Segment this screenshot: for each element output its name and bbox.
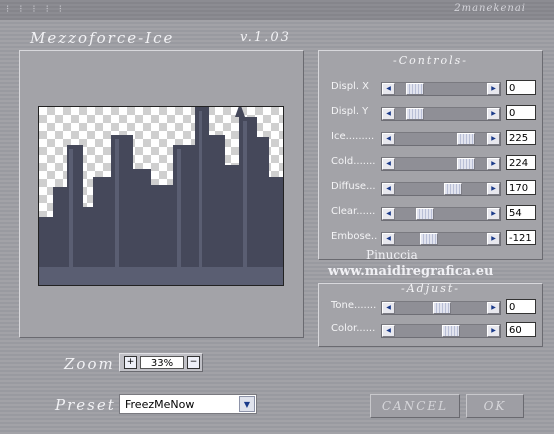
slider-thumb[interactable] bbox=[457, 158, 475, 170]
slider-thumb[interactable] bbox=[406, 108, 424, 120]
zoom-label: Zoom bbox=[64, 355, 115, 373]
arrow-right-icon[interactable]: ▶ bbox=[487, 183, 500, 195]
adjust-panel: -Adjust- Tone....... ◀ ▶ 0 Color...... ◀ ▶ 60 bbox=[318, 282, 543, 347]
city-skyline-image bbox=[39, 107, 283, 285]
slider-thumb[interactable] bbox=[406, 83, 424, 95]
preset-label: Preset bbox=[55, 396, 116, 414]
slider-track-diffuse[interactable]: ◀ ▶ bbox=[381, 182, 501, 196]
filter-title: Mezzoforce-Ice bbox=[30, 29, 175, 47]
slider-label-diffuse: Diffuse... bbox=[331, 181, 376, 192]
watermark-name: Pinuccia bbox=[366, 248, 418, 262]
slider-label-cold: Cold....... bbox=[331, 156, 376, 167]
slider-row: Ice......... ◀ ▶ 225 bbox=[319, 128, 542, 148]
slider-track-displx[interactable]: ◀ ▶ bbox=[381, 82, 501, 96]
slider-row: Embose.. ◀ ▶ -121 bbox=[319, 228, 542, 248]
arrow-left-icon[interactable]: ◀ bbox=[382, 108, 395, 120]
arrow-left-icon[interactable]: ◀ bbox=[382, 158, 395, 170]
arrow-right-icon[interactable]: ▶ bbox=[487, 233, 500, 245]
title-bar[interactable]: ⁝ ⁝ ⁝ ⁝ ⁝ 2manekenai bbox=[0, 0, 554, 20]
filter-version: v.1.03 bbox=[240, 30, 291, 45]
grip-dots-icon: ⁝ ⁝ ⁝ ⁝ ⁝ bbox=[6, 4, 64, 15]
arrow-right-icon[interactable]: ▶ bbox=[487, 133, 500, 145]
author-name: 2manekenai bbox=[454, 3, 526, 14]
slider-value-ice[interactable]: 225 bbox=[506, 130, 536, 145]
arrow-left-icon[interactable]: ◀ bbox=[382, 133, 395, 145]
slider-row: Diffuse... ◀ ▶ 170 bbox=[319, 178, 542, 198]
watermark-url: www.maidiregrafica.eu bbox=[328, 264, 494, 279]
slider-label-displx: Displ. X bbox=[331, 81, 370, 92]
slider-track-embose[interactable]: ◀ ▶ bbox=[381, 232, 501, 246]
slider-row: Displ. Y ◀ ▶ 0 bbox=[319, 103, 542, 123]
arrow-right-icon[interactable]: ▶ bbox=[487, 83, 500, 95]
arrow-right-icon[interactable]: ▶ bbox=[487, 325, 500, 337]
slider-label-color: Color...... bbox=[331, 323, 376, 334]
slider-track-disply[interactable]: ◀ ▶ bbox=[381, 107, 501, 121]
arrow-left-icon[interactable]: ◀ bbox=[382, 208, 395, 220]
slider-label-ice: Ice......... bbox=[331, 131, 375, 142]
preset-select[interactable]: FreezMeNow ▼ bbox=[119, 394, 257, 414]
slider-track-color[interactable]: ◀ ▶ bbox=[381, 324, 501, 338]
arrow-left-icon[interactable]: ◀ bbox=[382, 302, 395, 314]
slider-thumb[interactable] bbox=[420, 233, 438, 245]
zoom-in-button[interactable]: + bbox=[124, 356, 137, 369]
controls-heading: -Controls- bbox=[392, 54, 469, 67]
arrow-left-icon[interactable]: ◀ bbox=[382, 233, 395, 245]
cancel-button[interactable]: CANCEL bbox=[370, 394, 460, 418]
slider-track-ice[interactable]: ◀ ▶ bbox=[381, 132, 501, 146]
slider-row: Color...... ◀ ▶ 60 bbox=[319, 320, 542, 340]
controls-panel: -Controls- Displ. X ◀ ▶ 0 Displ. Y ◀ ▶ 0 Ice....… bbox=[318, 50, 543, 260]
slider-track-tone[interactable]: ◀ ▶ bbox=[381, 301, 501, 315]
slider-label-clear: Clear...... bbox=[331, 206, 376, 217]
arrow-left-icon[interactable]: ◀ bbox=[382, 83, 395, 95]
slider-value-cold[interactable]: 224 bbox=[506, 155, 536, 170]
slider-thumb[interactable] bbox=[433, 302, 451, 314]
slider-label-disply: Displ. Y bbox=[331, 106, 369, 117]
slider-thumb[interactable] bbox=[416, 208, 434, 220]
slider-track-clear[interactable]: ◀ ▶ bbox=[381, 207, 501, 221]
arrow-left-icon[interactable]: ◀ bbox=[382, 325, 395, 337]
slider-label-tone: Tone....... bbox=[331, 300, 377, 311]
slider-value-tone[interactable]: 0 bbox=[506, 299, 536, 314]
arrow-right-icon[interactable]: ▶ bbox=[487, 158, 500, 170]
preset-value: FreezMeNow bbox=[125, 398, 195, 411]
slider-thumb[interactable] bbox=[442, 325, 460, 337]
preview-image[interactable] bbox=[38, 106, 284, 286]
chevron-down-icon[interactable]: ▼ bbox=[239, 396, 255, 412]
ok-button[interactable]: OK bbox=[466, 394, 524, 418]
slider-value-color[interactable]: 60 bbox=[506, 322, 536, 337]
slider-value-diffuse[interactable]: 170 bbox=[506, 180, 536, 195]
slider-value-clear[interactable]: 54 bbox=[506, 205, 536, 220]
zoom-control: + 33% − bbox=[119, 353, 203, 372]
arrow-right-icon[interactable]: ▶ bbox=[487, 108, 500, 120]
slider-value-embose[interactable]: -121 bbox=[506, 230, 536, 245]
arrow-left-icon[interactable]: ◀ bbox=[382, 183, 395, 195]
slider-row: Cold....... ◀ ▶ 224 bbox=[319, 153, 542, 173]
zoom-value[interactable]: 33% bbox=[140, 356, 184, 369]
arrow-right-icon[interactable]: ▶ bbox=[487, 208, 500, 220]
slider-thumb[interactable] bbox=[444, 183, 462, 195]
slider-track-cold[interactable]: ◀ ▶ bbox=[381, 157, 501, 171]
slider-row: Displ. X ◀ ▶ 0 bbox=[319, 78, 542, 98]
slider-row: Clear...... ◀ ▶ 54 bbox=[319, 203, 542, 223]
slider-value-displx[interactable]: 0 bbox=[506, 80, 536, 95]
slider-value-disply[interactable]: 0 bbox=[506, 105, 536, 120]
slider-label-embose: Embose.. bbox=[331, 231, 378, 242]
slider-row: Tone....... ◀ ▶ 0 bbox=[319, 297, 542, 317]
preview-panel bbox=[19, 50, 304, 338]
zoom-out-button[interactable]: − bbox=[187, 356, 200, 369]
adjust-heading: -Adjust- bbox=[401, 282, 460, 295]
filter-dialog: ⁝ ⁝ ⁝ ⁝ ⁝ 2manekenai Mezzoforce-Ice v.1.… bbox=[0, 0, 554, 434]
arrow-right-icon[interactable]: ▶ bbox=[487, 302, 500, 314]
slider-thumb[interactable] bbox=[457, 133, 475, 145]
